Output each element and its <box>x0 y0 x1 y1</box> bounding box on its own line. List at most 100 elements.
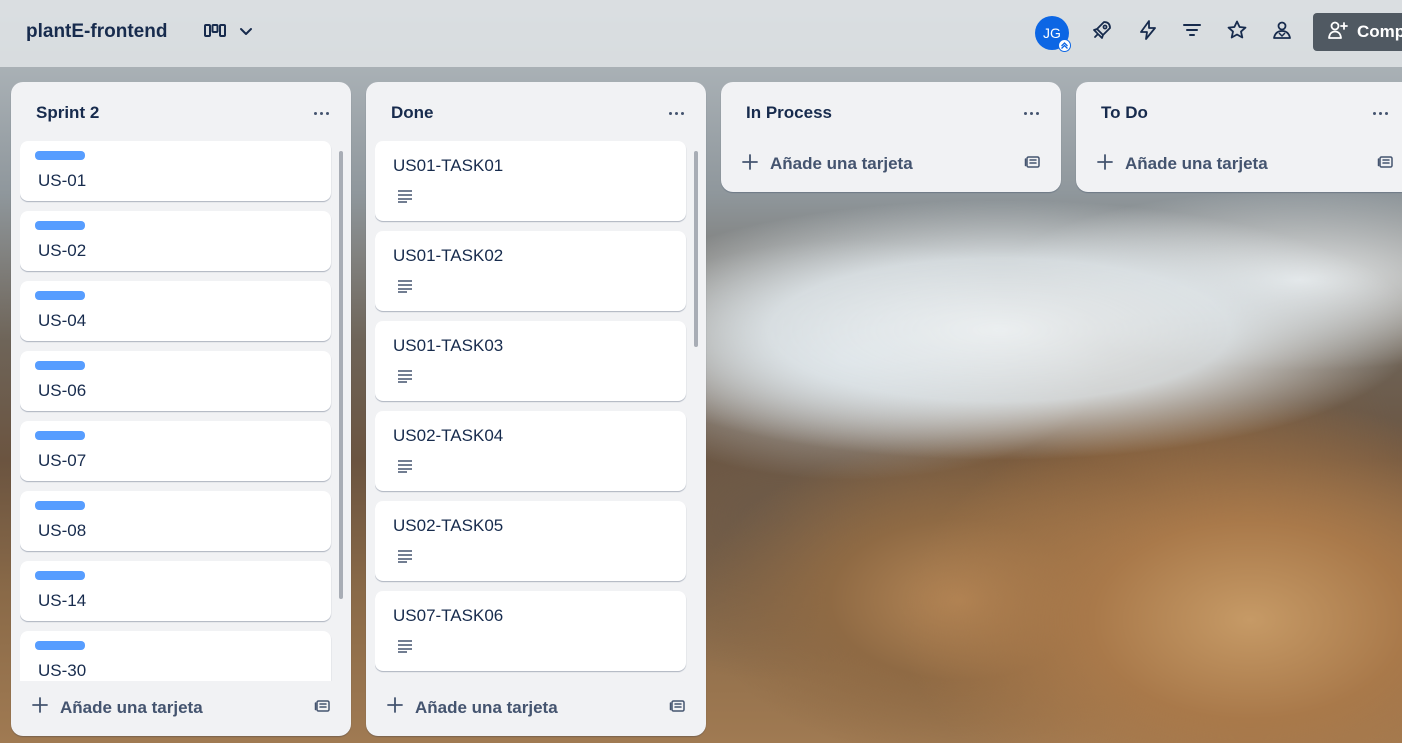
board-view-switcher[interactable] <box>204 22 254 44</box>
list-done: Done US01-TASK01 US01-TASK02 US01-TASK03… <box>366 82 706 736</box>
share-button[interactable]: Comp <box>1313 13 1402 51</box>
list-sprint-2: Sprint 2 US-01 US-02 US-04 US-06 US-07 U… <box>11 82 351 736</box>
card-label[interactable] <box>35 641 85 650</box>
add-card-label: Añade una tarjeta <box>60 697 203 717</box>
add-card-label: Añade una tarjeta <box>415 697 558 717</box>
card-title: US-08 <box>38 521 87 540</box>
list-actions-icon[interactable] <box>662 99 690 127</box>
list-title[interactable]: To Do <box>1101 103 1148 123</box>
card-label[interactable] <box>35 221 85 230</box>
list-title[interactable]: Done <box>391 103 434 123</box>
card[interactable]: US01-TASK03 <box>375 321 686 401</box>
create-from-template-icon[interactable] <box>1024 153 1041 175</box>
plus-icon <box>32 697 48 718</box>
description-icon <box>397 279 413 298</box>
card[interactable]: US07-TASK06 <box>375 591 686 671</box>
card-label[interactable] <box>35 151 85 160</box>
list-title[interactable]: In Process <box>746 103 832 123</box>
scrollbar-thumb[interactable] <box>339 151 343 599</box>
list-title[interactable]: Sprint 2 <box>36 103 99 123</box>
star-button[interactable] <box>1221 16 1253 48</box>
card[interactable]: US-04 <box>20 281 331 341</box>
card[interactable]: US01-TASK01 <box>375 141 686 221</box>
list-in-process: In Process Añade una tarjeta <box>721 82 1061 192</box>
card[interactable]: US01-TASK02 <box>375 231 686 311</box>
plus-icon <box>742 153 758 175</box>
add-card-button[interactable]: Añade una tarjeta <box>742 153 913 175</box>
card-label[interactable] <box>35 291 85 300</box>
card-label[interactable] <box>35 431 85 440</box>
add-card-label: Añade una tarjeta <box>770 154 913 173</box>
create-from-template-icon[interactable] <box>1377 153 1394 175</box>
plus-icon <box>1097 153 1113 175</box>
list-actions-icon[interactable] <box>307 99 335 127</box>
list-actions-icon[interactable] <box>1017 99 1045 127</box>
add-card-button[interactable]: Añade una tarjeta <box>387 697 558 718</box>
card[interactable]: US-01 <box>20 141 331 201</box>
description-icon <box>397 639 413 658</box>
chevron-down-icon <box>238 23 254 44</box>
scrollbar-thumb[interactable] <box>694 151 698 347</box>
add-card-button[interactable]: Añade una tarjeta <box>1097 153 1268 175</box>
card-label[interactable] <box>35 571 85 580</box>
star-icon <box>1226 19 1248 46</box>
card[interactable]: US-08 <box>20 491 331 551</box>
share-label: Comp <box>1357 22 1402 41</box>
card[interactable]: US-02 <box>20 211 331 271</box>
card[interactable]: US-30 <box>20 631 331 681</box>
add-card-label: Añade una tarjeta <box>1125 154 1268 173</box>
board-view-icon <box>204 23 226 44</box>
list-scrollbar[interactable] <box>338 139 344 681</box>
card-title: US-06 <box>38 381 87 400</box>
board-title[interactable]: plantE-frontend <box>26 21 167 43</box>
visibility-button[interactable] <box>1266 16 1298 48</box>
create-from-template-icon[interactable] <box>314 697 331 719</box>
list-actions-icon[interactable] <box>1366 99 1394 127</box>
card-title: US-07 <box>38 451 87 470</box>
add-member-icon <box>1327 19 1349 46</box>
list-footer: Añade una tarjeta <box>721 139 1061 189</box>
list-footer: Añade una tarjeta <box>366 679 706 736</box>
card-title: US-01 <box>38 171 87 190</box>
card-label[interactable] <box>35 501 85 510</box>
member-avatar[interactable]: JG <box>1035 16 1071 52</box>
card-title: US01-TASK02 <box>393 246 504 265</box>
list-footer: Añade una tarjeta <box>11 679 351 736</box>
card-list: US-01 US-02 US-04 US-06 US-07 US-08 US-1… <box>20 141 334 681</box>
power-ups-icon <box>1091 19 1113 46</box>
create-from-template-icon[interactable] <box>669 697 686 719</box>
card[interactable]: US-14 <box>20 561 331 621</box>
filter-icon <box>1181 19 1203 46</box>
card[interactable]: US-07 <box>20 421 331 481</box>
add-card-button[interactable]: Añade una tarjeta <box>32 697 203 718</box>
card-title: US-04 <box>38 311 87 330</box>
list-scrollbar[interactable] <box>693 139 699 681</box>
card-title: US02-TASK05 <box>393 516 504 535</box>
description-icon <box>397 459 413 478</box>
card[interactable]: US-06 <box>20 351 331 411</box>
card-title: US-02 <box>38 241 87 260</box>
admin-chevron-icon <box>1058 39 1071 52</box>
card-list: US01-TASK01 US01-TASK02 US01-TASK03 US02… <box>375 141 689 681</box>
list-header: Done <box>366 82 706 144</box>
card[interactable]: US02-TASK05 <box>375 501 686 581</box>
card-title: US-30 <box>38 661 87 680</box>
filter-button[interactable] <box>1176 16 1208 48</box>
automation-icon <box>1137 19 1159 46</box>
power-ups-button[interactable] <box>1086 16 1118 48</box>
card-label[interactable] <box>35 361 85 370</box>
visibility-icon <box>1271 19 1293 46</box>
list-header: In Process <box>721 82 1061 144</box>
list-to-do: To Do Añade una tarjeta <box>1076 82 1402 192</box>
plus-icon <box>387 697 403 718</box>
card[interactable]: US02-TASK04 <box>375 411 686 491</box>
board-header: plantE-frontend JG Comp <box>0 0 1402 67</box>
description-icon <box>397 369 413 388</box>
list-header: Sprint 2 <box>11 82 351 144</box>
automation-button[interactable] <box>1132 16 1164 48</box>
description-icon <box>397 189 413 208</box>
card-title: US07-TASK06 <box>393 606 504 625</box>
description-icon <box>397 549 413 568</box>
card-title: US-14 <box>38 591 87 610</box>
card-title: US01-TASK01 <box>393 156 504 175</box>
